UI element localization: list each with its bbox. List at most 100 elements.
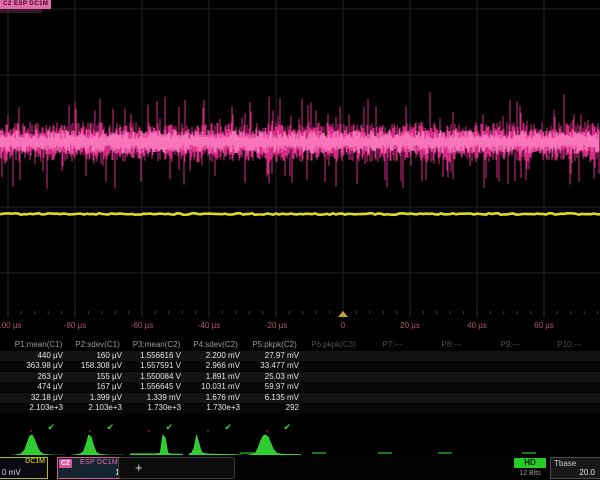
cursor-plus-box[interactable]: + (118, 457, 235, 479)
measure-sdev-cell: 32.18 µV (10, 393, 69, 403)
measure-min-cell (423, 372, 482, 382)
timebase-value: 20.0 (579, 468, 595, 477)
badge-fragment (0, 9, 42, 13)
measure-num-cell: 2.103e+3 (10, 403, 69, 413)
histicon-marker (207, 430, 209, 432)
gate-mark (378, 452, 392, 454)
measure-max-cell (541, 382, 600, 392)
gate-mark (312, 452, 326, 454)
measure-sdev-cell (482, 393, 541, 403)
time-tick-label: -20 µs (265, 321, 287, 330)
waveform-traces (0, 0, 600, 318)
measure-max-cell (423, 382, 482, 392)
measure-sdev-cell (305, 393, 364, 403)
measure-value-cell: 1.556616 V (128, 351, 187, 361)
histicon-3 (130, 433, 183, 455)
time-tick-label: -100 µs (0, 321, 21, 330)
measure-header-5[interactable]: P5:pkpk(C2) (246, 340, 305, 350)
measure-min-cell: 25.03 mV (246, 372, 305, 382)
c1-coupling-label: DC1M (25, 458, 45, 465)
measure-max-cell: 1.556645 V (128, 382, 187, 392)
trigger-time-marker-icon (338, 311, 348, 317)
measure-header-1[interactable]: P1:mean(C1) (10, 340, 69, 350)
measure-max-cell: 167 µV (69, 382, 128, 392)
measure-min-cell: 155 µV (69, 372, 128, 382)
time-tick-label: -40 µs (198, 321, 220, 330)
measure-value-cell (482, 351, 541, 361)
oscilloscope-screen: C2 ESP DC1M -100 µs-80 µs-60 µs-40 µs-20… (0, 0, 600, 480)
measure-status-ok-icon: ✔ (69, 422, 128, 432)
histicon-4 (189, 433, 242, 455)
histicon-5 (248, 433, 301, 455)
timebase-descriptor[interactable]: Tbase 20.0 (550, 457, 600, 479)
measure-sdev-cell: 1.676 mV (187, 393, 246, 403)
time-tick-label: 40 µs (467, 321, 487, 330)
measure-sdev-cell (364, 393, 423, 403)
measure-num-cell (423, 403, 482, 413)
table-row-value: 440 µV160 µV1.556616 V2.200 mV27.97 mV (0, 351, 600, 361)
histicon-marker (148, 430, 150, 432)
measure-value-cell (305, 351, 364, 361)
measure-min-cell (541, 372, 600, 382)
histicon-marker (30, 430, 32, 432)
gate-mark (438, 452, 452, 454)
measure-min-cell: 263 µV (10, 372, 69, 382)
timebase-label: Tbase (554, 459, 576, 468)
measure-num-cell: 1.730e+3 (187, 403, 246, 413)
c1-scale-value: 0 mV (2, 468, 21, 477)
measure-header-2[interactable]: P2:sdev(C1) (69, 340, 128, 350)
measure-num-cell: 292 (246, 403, 305, 413)
time-axis: -100 µs-80 µs-60 µs-40 µs-20 µs020 µs40 … (0, 318, 600, 334)
measure-min-cell: 1.550084 V (128, 372, 187, 382)
measure-num-cell (482, 403, 541, 413)
gate-mark (240, 452, 254, 454)
hd-mode-badge[interactable]: HD (514, 458, 546, 468)
measure-value-cell: 160 µV (69, 351, 128, 361)
measure-min-cell (482, 372, 541, 382)
measure-num-cell (305, 403, 364, 413)
measure-value-cell: 2.200 mV (187, 351, 246, 361)
bottom-bar: DC1M 0 mV C2 ESP DC1M 10.0 mV + HD 12 Bi… (0, 456, 600, 480)
histicon-2 (71, 433, 124, 455)
trace-descriptor-badge[interactable]: C2 ESP DC1M (0, 0, 51, 9)
measure-header-10[interactable]: P10:--- (541, 340, 600, 350)
measure-header-3[interactable]: P3:mean(C2) (128, 340, 187, 350)
measure-num-cell: 2.103e+3 (69, 403, 128, 413)
table-row-header: P1:mean(C1)P2:sdev(C1)P3:mean(C2)P4:sdev… (0, 340, 600, 350)
table-row-max: 474 µV167 µV1.556645 V10.031 mV59.97 mV (0, 382, 600, 392)
measure-mean-cell (423, 361, 482, 371)
measure-num-cell (364, 403, 423, 413)
measure-header-7[interactable]: P7:--- (364, 340, 423, 350)
measure-sdev-cell: 1.399 µV (69, 393, 128, 403)
measure-max-cell: 59.97 mV (246, 382, 305, 392)
histicon-row (0, 433, 600, 456)
measure-mean-cell (541, 361, 600, 371)
c2-coupling-label: ESP DC1M (80, 459, 118, 466)
measure-header-8[interactable]: P8:--- (423, 340, 482, 350)
table-row-mean: 363.98 µV158.308 µV1.557591 V2.966 mV33.… (0, 361, 600, 371)
measure-value-cell (541, 351, 600, 361)
measure-sdev-cell: 6.135 mV (246, 393, 305, 403)
histicon-marker (89, 430, 91, 432)
measure-sdev-cell (541, 393, 600, 403)
time-tick-label: -60 µs (131, 321, 153, 330)
waveform-grid: C2 ESP DC1M (0, 0, 600, 318)
measure-value-cell: 27.97 mV (246, 351, 305, 361)
time-tick-label: 60 µs (534, 321, 554, 330)
time-tick-label: 0 (341, 321, 345, 330)
measure-max-cell: 474 µV (10, 382, 69, 392)
measure-max-cell (482, 382, 541, 392)
measure-mean-cell (364, 361, 423, 371)
measure-status-ok-icon: ✔ (128, 422, 187, 432)
measure-value-cell (364, 351, 423, 361)
measure-num-cell (541, 403, 600, 413)
time-tick-label: 20 µs (400, 321, 420, 330)
measure-header-6[interactable]: P6:pkpk(C3) (305, 340, 364, 350)
measure-value-cell: 440 µV (10, 351, 69, 361)
measure-header-4[interactable]: P4:sdev(C2) (187, 340, 246, 350)
measure-num-cell: 1.730e+3 (128, 403, 187, 413)
channel-c1-descriptor[interactable]: DC1M 0 mV (0, 457, 48, 479)
table-row-num: 2.103e+32.103e+31.730e+31.730e+3292 (0, 403, 600, 413)
gate-mark (522, 452, 536, 454)
measure-header-9[interactable]: P9:--- (482, 340, 541, 350)
